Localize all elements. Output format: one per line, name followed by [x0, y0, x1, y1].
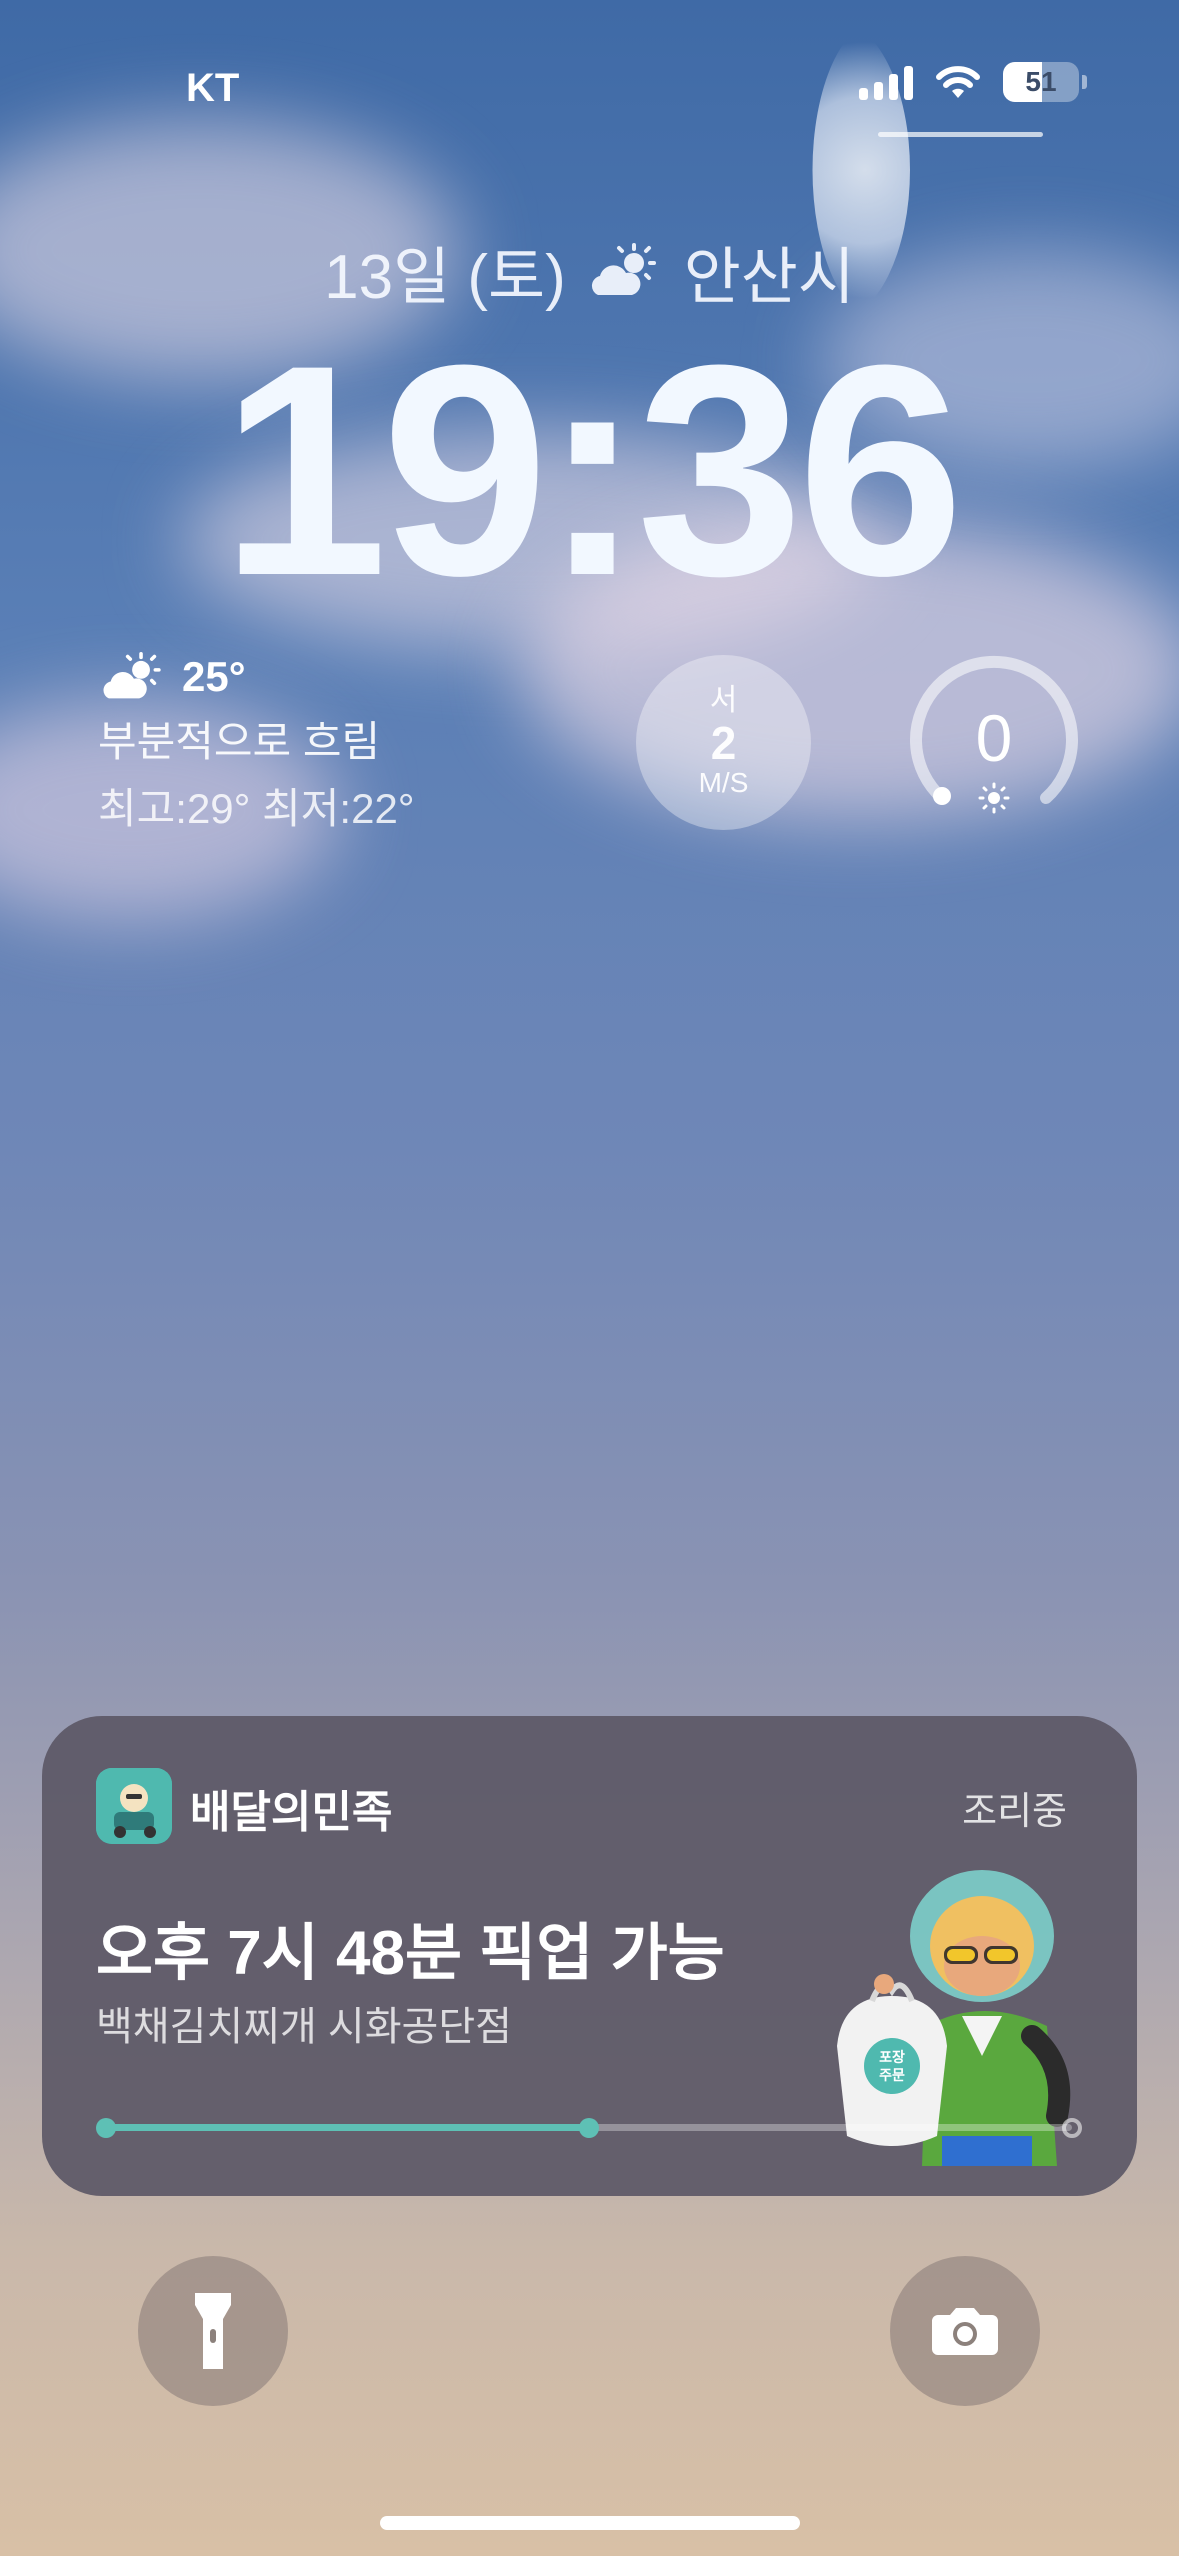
svg-text:주문: 주문: [879, 2068, 905, 2084]
pickup-time-title: 오후 7시 48분 픽업 가능: [96, 1919, 725, 1988]
sun-icon: [978, 782, 1010, 814]
wind-speed: 2: [710, 717, 737, 769]
wind-direction: 서: [709, 684, 738, 717]
app-name: 배달의민족: [190, 1788, 393, 1837]
live-activity-card[interactable]: 배달의민족 조리중 오후 7시 48분 픽업 가능 백채김치찌개 시화공단점 포…: [42, 1716, 1137, 2196]
flashlight-button[interactable]: [138, 2256, 288, 2406]
cellular-signal-icon: [859, 64, 913, 100]
weather-high-low: 최고:29° 최저:22°: [98, 785, 415, 832]
partly-sunny-icon: [103, 652, 161, 699]
flashlight-icon: [195, 2293, 231, 2369]
weather-condition: 부분적으로 흐림: [98, 718, 381, 765]
status-underline: [878, 132, 1043, 137]
weather-temperature: 25°: [182, 653, 246, 700]
progress-end-dot: [1062, 2118, 1082, 2138]
progress-current-dot: [579, 2118, 599, 2138]
lock-screen: KT 51 13일 (토) 안산시 19:36 25° 부분적으로 흐림 최고:…: [0, 0, 1179, 2556]
camera-icon: [932, 2308, 998, 2355]
baemin-app-icon: [96, 1768, 172, 1844]
wind-widget[interactable]: 서 2 M/S: [636, 655, 811, 830]
camera-button[interactable]: [890, 2256, 1040, 2406]
status-icons: 51: [859, 62, 1087, 102]
order-progress-bar: [96, 2118, 1082, 2138]
partly-sunny-icon: [591, 243, 656, 295]
uv-value: 0: [975, 701, 1013, 775]
uv-widget[interactable]: 0: [904, 650, 1084, 830]
home-indicator[interactable]: [380, 2516, 800, 2530]
wifi-icon: [936, 66, 980, 98]
progress-start-dot: [96, 2118, 116, 2138]
store-name: 백채김치찌개 시화공단점: [96, 2005, 512, 2049]
lock-clock[interactable]: 19:36: [0, 320, 1179, 620]
order-status: 조리중: [962, 1791, 1067, 1833]
carrier-label: KT: [186, 66, 240, 110]
weather-temp-row: 25°: [98, 652, 415, 702]
battery-icon: 51: [1003, 62, 1087, 102]
weather-widget[interactable]: 25° 부분적으로 흐림 최고:29° 최저:22°: [98, 652, 415, 836]
battery-level: 51: [1025, 66, 1057, 97]
wind-unit: M/S: [698, 767, 749, 798]
svg-text:포장: 포장: [879, 2049, 905, 2066]
